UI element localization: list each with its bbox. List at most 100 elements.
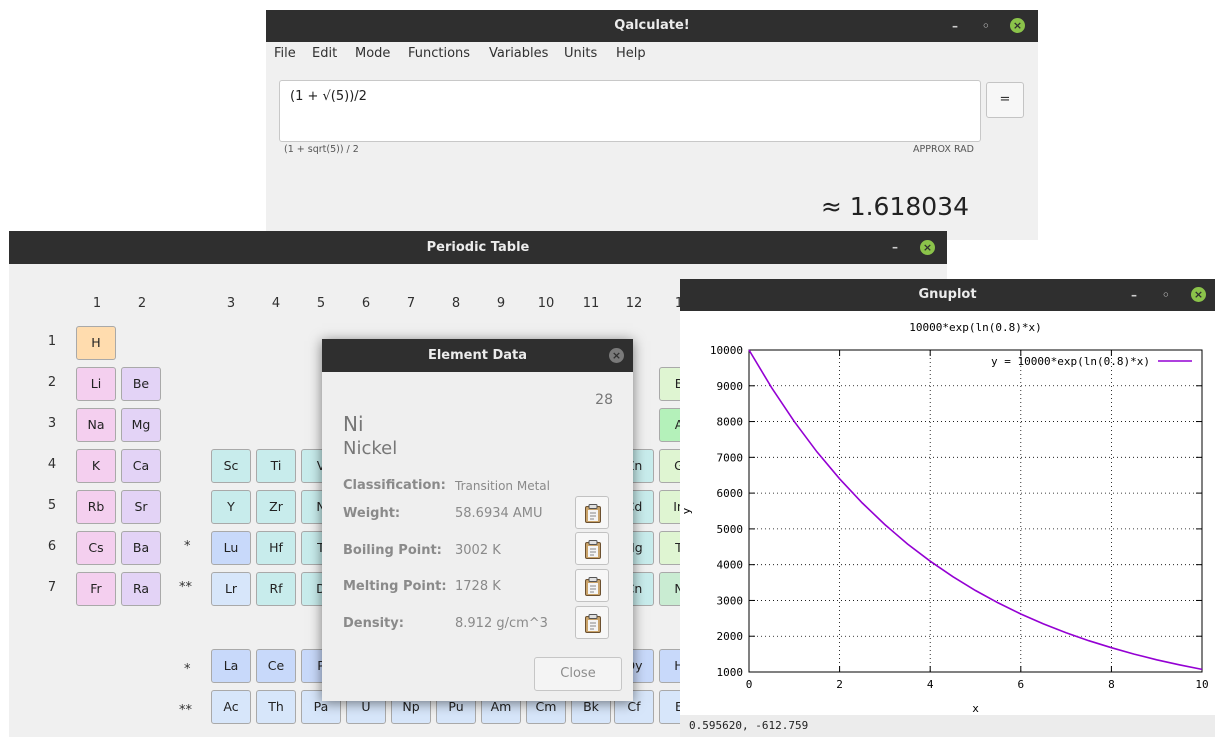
close-button[interactable]: Close (534, 657, 622, 691)
density-label: Density: (343, 616, 404, 631)
period-header: 3 (47, 416, 57, 431)
element-rb[interactable]: Rb (76, 490, 116, 524)
y-tick-label: 6000 (717, 487, 744, 500)
menu-file[interactable]: File (274, 42, 296, 66)
melting-point-label: Melting Point: (343, 579, 447, 594)
mode-indicators: APPROX RAD (913, 144, 974, 155)
y-tick-label: 8000 (717, 416, 744, 429)
group-header: 6 (361, 296, 371, 311)
element-lr[interactable]: Lr (211, 572, 251, 606)
y-tick-label: 10000 (710, 344, 743, 357)
close-icon[interactable]: × (1191, 287, 1206, 302)
qalculate-titlebar[interactable]: Qalculate! – ◦ × (266, 10, 1038, 42)
close-icon[interactable]: × (920, 240, 935, 255)
melting-point-value: 1728 K (455, 579, 501, 594)
element-symbol: Ni (343, 412, 364, 436)
element-be[interactable]: Be (121, 367, 161, 401)
y-tick-label: 3000 (717, 594, 744, 607)
x-tick-label: 10 (1195, 678, 1208, 691)
element-ce[interactable]: Ce (256, 649, 296, 683)
element-li[interactable]: Li (76, 367, 116, 401)
copy-weight-button[interactable] (575, 496, 609, 529)
group-header: 3 (226, 296, 236, 311)
x-tick-label: 0 (746, 678, 753, 691)
element-cs[interactable]: Cs (76, 531, 116, 565)
period-header: 7 (47, 580, 57, 595)
element-y[interactable]: Y (211, 490, 251, 524)
atomic-number: 28 (595, 392, 613, 408)
menu-variables[interactable]: Variables (489, 42, 548, 66)
status-bar: 0.595620, -612.759 (680, 715, 1215, 737)
minimize-icon[interactable]: – (892, 231, 898, 264)
dialog-title: Element Data (427, 348, 528, 363)
element-lu[interactable]: Lu (211, 531, 251, 565)
element-data-titlebar[interactable]: Element Data × (322, 339, 633, 372)
element-ac[interactable]: Ac (211, 690, 251, 724)
element-data-dialog: Element Data × 28 Ni Nickel Classificati… (322, 339, 633, 701)
menu-functions[interactable]: Functions (408, 42, 470, 66)
qalculate-window: Qalculate! – ◦ × File Edit Mode Function… (266, 10, 1038, 240)
minimize-icon[interactable]: – (1131, 279, 1137, 311)
element-mg[interactable]: Mg (121, 408, 161, 442)
gnuplot-window: Gnuplot – ◦ × 0 2 4 6 8 10 1000 2000 3000 4000 500… (680, 279, 1215, 737)
lanthanide-row-marker: * (184, 662, 191, 677)
element-h[interactable]: H (76, 326, 116, 360)
group-header: 5 (316, 296, 326, 311)
gnuplot-titlebar[interactable]: Gnuplot – ◦ × (680, 279, 1215, 311)
element-sr[interactable]: Sr (121, 490, 161, 524)
clipboard-icon (585, 504, 601, 523)
group-header: 2 (137, 296, 147, 311)
copy-boiling-point-button[interactable] (575, 532, 609, 565)
x-tick-label: 8 (1108, 678, 1115, 691)
element-th[interactable]: Th (256, 690, 296, 724)
menu-units[interactable]: Units (564, 42, 597, 66)
element-k[interactable]: K (76, 449, 116, 483)
copy-melting-point-button[interactable] (575, 569, 609, 602)
periodic-table-titlebar[interactable]: Periodic Table – × (9, 231, 947, 264)
element-zr[interactable]: Zr (256, 490, 296, 524)
element-rf[interactable]: Rf (256, 572, 296, 606)
menu-mode[interactable]: Mode (355, 42, 390, 66)
group-header: 11 (582, 296, 600, 311)
group-header: 7 (406, 296, 416, 311)
element-ba[interactable]: Ba (121, 531, 161, 565)
expression-input[interactable]: (1 + √(5))/2 (279, 80, 981, 142)
group-header: 12 (625, 296, 643, 311)
element-hf[interactable]: Hf (256, 531, 296, 565)
y-axis-label: y (680, 507, 693, 514)
plot-grid (749, 350, 1202, 672)
element-ra[interactable]: Ra (121, 572, 161, 606)
menu-edit[interactable]: Edit (312, 42, 337, 66)
legend-label: y = 10000*exp(ln(0.8)*x) (991, 355, 1150, 368)
result-display: ≈ 1.618034 (820, 192, 969, 221)
period-header: 5 (47, 498, 57, 513)
element-fr[interactable]: Fr (76, 572, 116, 606)
close-icon[interactable]: × (1010, 18, 1025, 33)
plot-frame (748, 349, 1203, 673)
maximize-icon[interactable]: ◦ (1162, 279, 1170, 311)
y-tick-label: 2000 (717, 630, 744, 643)
close-icon[interactable]: × (609, 348, 624, 363)
x-tick-label: 2 (836, 678, 843, 691)
element-sc[interactable]: Sc (211, 449, 251, 483)
density-value: 8.912 g/cm^3 (455, 616, 548, 631)
classification-value: Transition Metal (455, 479, 550, 493)
element-la[interactable]: La (211, 649, 251, 683)
clipboard-icon (585, 614, 601, 633)
minimize-icon[interactable]: – (952, 10, 958, 42)
period-header: 2 (47, 375, 57, 390)
clipboard-icon (585, 577, 601, 596)
plot-title: 10000*exp(ln(0.8)*x) (909, 321, 1041, 334)
actinide-marker: ** (179, 580, 192, 595)
menu-help[interactable]: Help (616, 42, 646, 66)
y-tick-label: 7000 (717, 451, 744, 464)
element-ti[interactable]: Ti (256, 449, 296, 483)
plot-canvas[interactable]: 0 2 4 6 8 10 1000 2000 3000 4000 5000 6000 7000 8000 9… (680, 311, 1215, 715)
element-ca[interactable]: Ca (121, 449, 161, 483)
maximize-icon[interactable]: ◦ (982, 10, 990, 42)
group-header: 1 (92, 296, 102, 311)
copy-density-button[interactable] (575, 606, 609, 639)
element-na[interactable]: Na (76, 408, 116, 442)
calculate-button[interactable]: = (986, 82, 1024, 118)
x-tick-label: 4 (927, 678, 934, 691)
